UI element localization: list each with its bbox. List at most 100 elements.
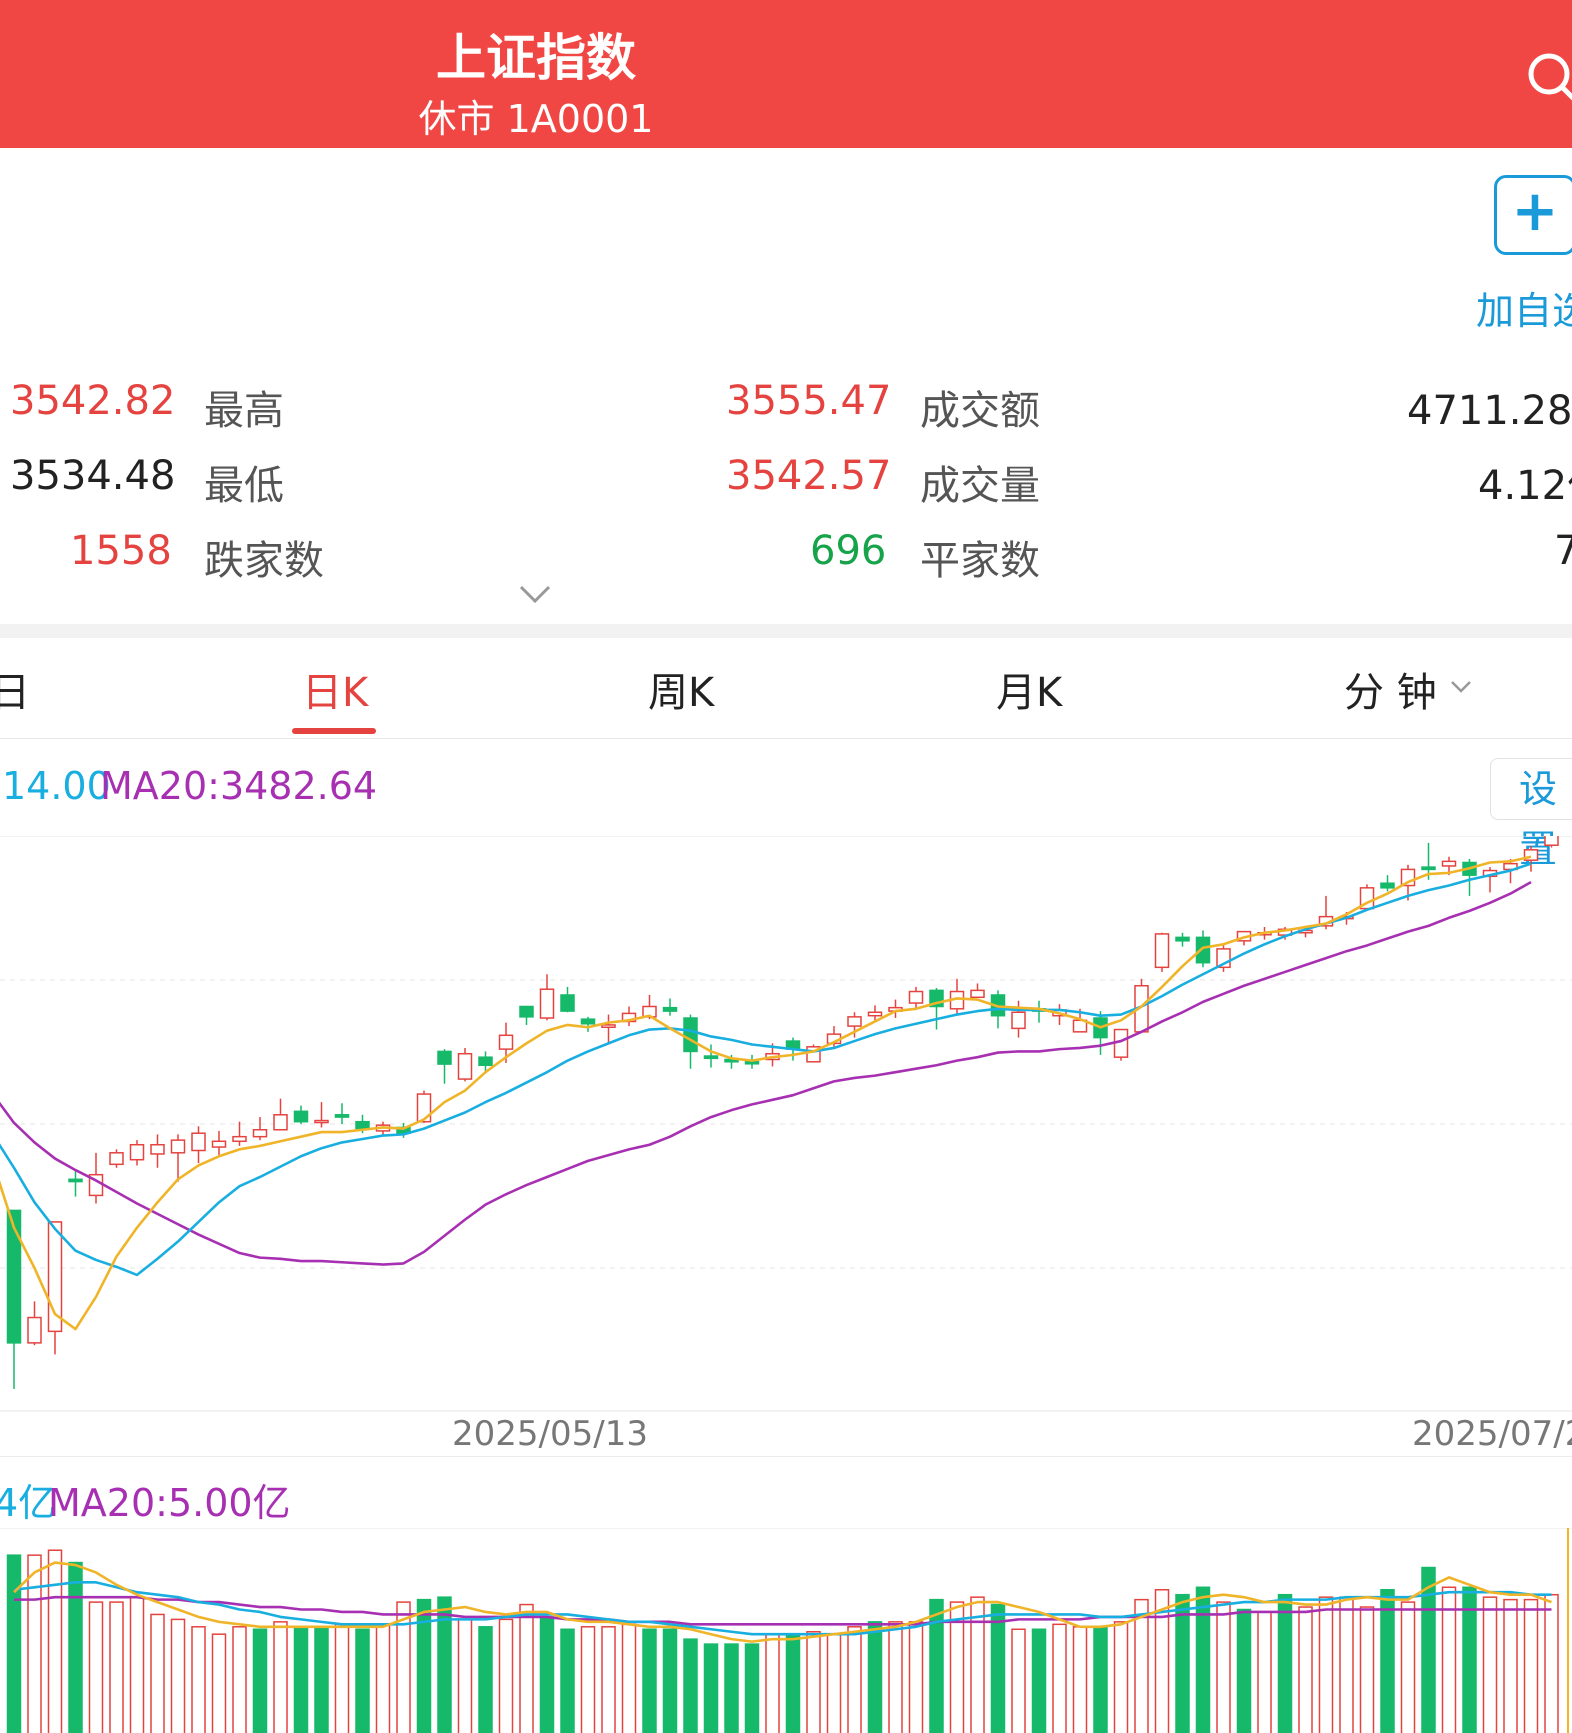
candle-body bbox=[170, 1139, 186, 1154]
chevron-down-icon[interactable] bbox=[1450, 680, 1472, 694]
stat-prevclose-value: 3534.48 bbox=[10, 453, 176, 499]
settings-button[interactable]: 设置 bbox=[1490, 758, 1572, 871]
volume-bar bbox=[1400, 1601, 1416, 1733]
candle-body bbox=[703, 1055, 719, 1060]
candle-body bbox=[109, 1152, 124, 1166]
stat-turnover-value: 4711.28亿 bbox=[1407, 388, 1572, 434]
volume-bar bbox=[785, 1633, 801, 1733]
volume-bar bbox=[109, 1601, 124, 1733]
tab-daily-k[interactable]: 日K bbox=[302, 660, 368, 718]
stat-flat-label: 平家数 bbox=[920, 538, 1040, 584]
volume-bar bbox=[129, 1596, 145, 1733]
volume-bar bbox=[1523, 1598, 1539, 1733]
volume-bar bbox=[1113, 1621, 1129, 1733]
tab-monthly-k[interactable]: 月K bbox=[996, 660, 1062, 718]
candle-body bbox=[1175, 936, 1190, 942]
candle-body bbox=[478, 1056, 493, 1066]
kline-chart[interactable] bbox=[0, 836, 1572, 1412]
market-status: 休市 1A0001 bbox=[418, 97, 654, 141]
volume-bar bbox=[293, 1626, 309, 1733]
stat-flat-count: 7 bbox=[1554, 528, 1572, 574]
candle-body bbox=[867, 1011, 883, 1017]
volume-bar bbox=[355, 1628, 370, 1733]
volume-bar bbox=[1072, 1626, 1088, 1733]
volume-bar bbox=[498, 1618, 514, 1733]
candle-body bbox=[416, 1093, 432, 1123]
volume-bar bbox=[211, 1633, 227, 1733]
tab-minute[interactable]: 分 钟 bbox=[1344, 660, 1437, 718]
volume-bar bbox=[826, 1633, 842, 1733]
candle-body bbox=[1544, 836, 1559, 846]
ma5-line bbox=[0, 855, 1532, 1331]
volume-bar bbox=[1195, 1586, 1211, 1733]
volume-bar bbox=[908, 1621, 924, 1733]
volume-bar bbox=[334, 1623, 350, 1733]
volume-divider bbox=[0, 1456, 1572, 1457]
candle-body bbox=[314, 1119, 329, 1124]
volume-bar bbox=[232, 1626, 247, 1733]
candle-body bbox=[560, 994, 575, 1012]
volume-bar bbox=[1236, 1608, 1252, 1733]
candle-body bbox=[580, 1018, 596, 1025]
add-watchlist-label[interactable]: 加自选 bbox=[1476, 280, 1572, 335]
candle-body bbox=[1441, 860, 1457, 867]
vol-ma20-legend: MA20:5.00亿 bbox=[48, 1481, 291, 1525]
volume-bar bbox=[6, 1554, 22, 1733]
candle-body bbox=[908, 990, 924, 1004]
volume-bar bbox=[191, 1626, 206, 1733]
volume-bar bbox=[273, 1621, 288, 1733]
volume-bar bbox=[1031, 1628, 1047, 1733]
volume-bar bbox=[1339, 1596, 1354, 1733]
candle-body bbox=[457, 1052, 473, 1080]
section-divider bbox=[0, 624, 1572, 638]
active-tab-indicator bbox=[292, 728, 376, 734]
volume-bar bbox=[662, 1628, 678, 1733]
date-label-1: 2025/05/13 bbox=[452, 1414, 648, 1454]
tab-border bbox=[0, 738, 1572, 739]
stat-high-value: 3555.47 bbox=[726, 378, 892, 424]
candle-body bbox=[273, 1114, 288, 1131]
volume-bar bbox=[1093, 1626, 1108, 1733]
stat-up-count: 1558 bbox=[70, 528, 172, 574]
volume-bar bbox=[416, 1598, 432, 1733]
volume-bar bbox=[847, 1626, 862, 1733]
volume-bar bbox=[252, 1628, 268, 1733]
candle-body bbox=[437, 1050, 452, 1065]
volume-bar bbox=[1277, 1593, 1293, 1733]
volume-bar bbox=[1298, 1606, 1313, 1733]
candle-body bbox=[519, 1005, 534, 1018]
candle-body bbox=[150, 1143, 165, 1155]
volume-bar bbox=[888, 1621, 903, 1733]
volume-bar bbox=[170, 1618, 186, 1733]
candle-body bbox=[1195, 936, 1211, 964]
candle-body bbox=[847, 1016, 862, 1027]
volume-bar bbox=[744, 1643, 760, 1733]
volume-bar bbox=[1544, 1593, 1559, 1733]
volume-bar bbox=[1052, 1623, 1067, 1733]
volume-chart[interactable] bbox=[0, 1528, 1572, 1733]
volume-bar bbox=[68, 1561, 83, 1733]
chevron-down-icon[interactable] bbox=[518, 582, 552, 606]
volume-bar bbox=[375, 1623, 391, 1733]
volume-bar bbox=[806, 1630, 821, 1733]
candle-body bbox=[1380, 882, 1395, 889]
stat-low-label: 最低 bbox=[204, 463, 284, 509]
volume-bar bbox=[1482, 1596, 1498, 1733]
add-watchlist-button[interactable]: + bbox=[1494, 175, 1572, 255]
volume-bar bbox=[1216, 1601, 1231, 1733]
stat-volume-label: 成交量 bbox=[920, 463, 1040, 509]
tab-weekly-k[interactable]: 周K bbox=[648, 660, 714, 718]
volume-bar bbox=[683, 1638, 698, 1733]
search-icon[interactable] bbox=[1525, 50, 1572, 110]
app-header: 上证指数 休市 1A0001 bbox=[0, 0, 1572, 148]
candle-body bbox=[1421, 866, 1436, 871]
tab-intraday[interactable]: 日 bbox=[0, 660, 30, 718]
stat-down-label: 跌家数 bbox=[204, 538, 324, 584]
volume-bar bbox=[519, 1603, 534, 1733]
candle-body bbox=[232, 1135, 247, 1143]
volume-bar bbox=[642, 1628, 657, 1733]
volume-bar bbox=[27, 1554, 42, 1733]
candle-body bbox=[601, 1024, 616, 1028]
volume-bar bbox=[314, 1626, 329, 1733]
stat-low-value: 3542.57 bbox=[726, 453, 892, 499]
